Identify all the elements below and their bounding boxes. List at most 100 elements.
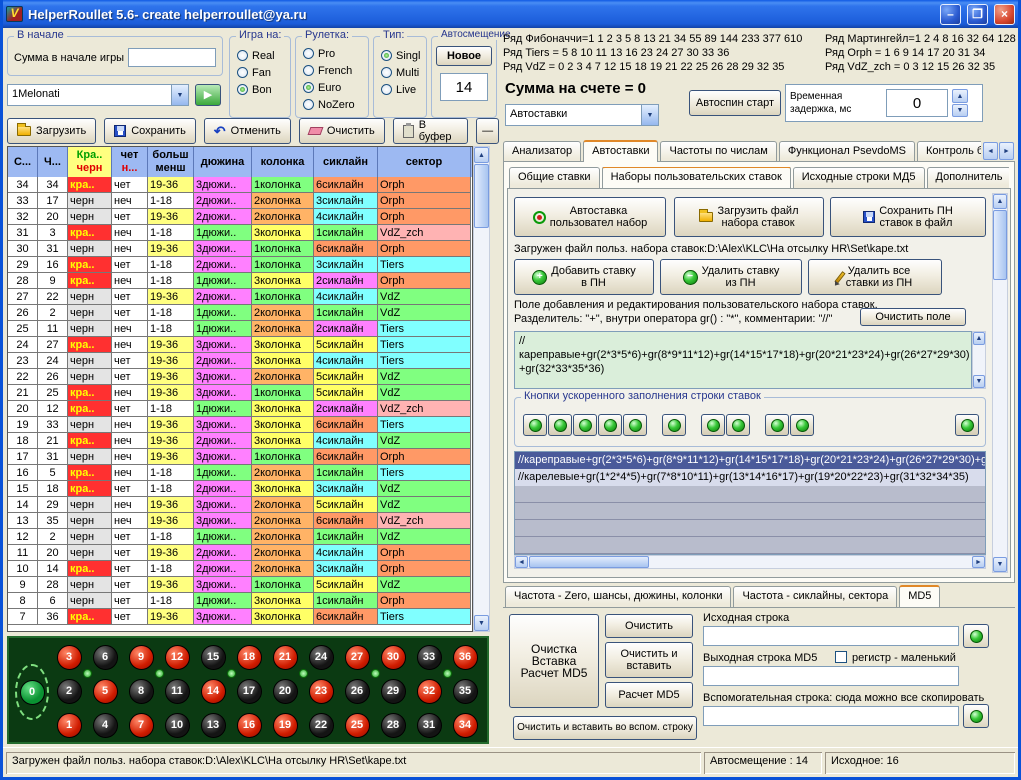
radio-Fan[interactable]: Fan xyxy=(230,64,290,81)
md5-source-input[interactable] xyxy=(703,626,959,646)
md5-clear-paste-button[interactable]: Очистить и вставить xyxy=(605,642,693,678)
bet-set-item-1[interactable]: //карелевые+gr(1*2*4*5)+gr(7*8*10*11)+gr… xyxy=(515,469,985,486)
bet-set-empty-row[interactable] xyxy=(515,537,985,554)
board-number-26[interactable]: 26 xyxy=(339,674,375,708)
bet-sets-list[interactable]: //кареправые+gr(2*3*5*6)+gr(8*9*11*12)+g… xyxy=(514,451,986,555)
clear-field-button[interactable]: Очистить поле xyxy=(860,308,966,326)
md5-clear-paste-aux-button[interactable]: Очистить и вставить во вспом. строку xyxy=(513,716,697,740)
table-row[interactable]: 2916кра..чет1-182дюжи..1колонка3сиклайнT… xyxy=(8,257,472,273)
board-number-23[interactable]: 23 xyxy=(303,674,339,708)
board-number-35[interactable]: 35 xyxy=(447,674,483,708)
board-number-28[interactable]: 28 xyxy=(375,708,411,742)
quick-fill-button-6[interactable] xyxy=(701,414,725,436)
scroll-right-icon[interactable]: ► xyxy=(972,556,985,568)
table-row[interactable]: 928чернчет19-363дюжи..1колонка5сиклайнVd… xyxy=(8,577,472,593)
column-header-4[interactable]: большменш xyxy=(148,147,194,177)
list-hscrollbar-thumb[interactable] xyxy=(529,556,649,568)
table-row[interactable]: 1120чернчет19-362дюжи..2колонка4сиклайнO… xyxy=(8,545,472,561)
delay-value[interactable]: 0 xyxy=(886,89,948,117)
quick-fill-button-0[interactable] xyxy=(523,414,547,436)
board-number-32[interactable]: 32 xyxy=(411,674,447,708)
board-number-3[interactable]: 3 xyxy=(51,640,87,674)
quick-fill-button-10[interactable] xyxy=(955,414,979,436)
board-number-33[interactable]: 33 xyxy=(411,640,447,674)
quick-fill-button-3[interactable] xyxy=(598,414,622,436)
toolbar-button-1[interactable]: Сохранить xyxy=(104,118,196,144)
board-number-36[interactable]: 36 xyxy=(447,640,483,674)
board-number-18[interactable]: 18 xyxy=(231,640,267,674)
column-header-0[interactable]: С... xyxy=(8,147,38,177)
scroll-left-icon[interactable]: ◄ xyxy=(515,556,528,568)
table-row[interactable]: 2511черннеч1-181дюжи..2колонка2сиклайнTi… xyxy=(8,321,472,337)
md5-aux-input[interactable] xyxy=(703,706,959,726)
md5-calc-button[interactable]: Расчет MD5 xyxy=(605,682,693,708)
radio-Euro[interactable]: Euro xyxy=(296,79,368,96)
freq-tab-0[interactable]: Частота - Zero, шансы, дюжины, колонки xyxy=(505,586,731,607)
radio-NoZero[interactable]: NoZero xyxy=(296,96,368,113)
main-tab-0[interactable]: Анализатор xyxy=(503,141,581,162)
start-sum-input[interactable] xyxy=(128,48,216,67)
main-tab-1[interactable]: Автоставки xyxy=(583,140,658,162)
board-number-11[interactable]: 11 xyxy=(159,674,195,708)
edit-field-scrollbar[interactable]: ▲ ▼ xyxy=(972,331,986,389)
board-number-19[interactable]: 19 xyxy=(267,708,303,742)
board-number-22[interactable]: 22 xyxy=(303,708,339,742)
autospin-start-button[interactable]: Автоспин старт xyxy=(689,90,781,116)
main-tab-4[interactable]: Контроль банкро xyxy=(917,141,981,162)
board-number-8[interactable]: 8 xyxy=(123,674,159,708)
new-shift-button[interactable]: Новое xyxy=(436,46,492,66)
board-number-30[interactable]: 30 xyxy=(375,640,411,674)
freq-tab-1[interactable]: Частота - сиклайны, сектора xyxy=(733,586,897,607)
bet-set-item-0[interactable]: //кареправые+gr(2*3*5*6)+gr(8*9*11*12)+g… xyxy=(515,452,985,469)
sub-tab-1[interactable]: Наборы пользовательских ставок xyxy=(602,167,791,188)
table-row[interactable]: 3317черннеч1-182дюжи..2колонка3сиклайнOr… xyxy=(8,193,472,209)
tabs-scroll-left-icon[interactable]: ◄ xyxy=(983,142,998,160)
radio-Real[interactable]: Real xyxy=(230,47,290,64)
table-scrollbar-thumb[interactable] xyxy=(474,164,489,228)
close-button[interactable]: × xyxy=(994,4,1015,25)
board-number-6[interactable]: 6 xyxy=(87,640,123,674)
column-header-3[interactable]: четн... xyxy=(112,147,148,177)
lowercase-checkbox[interactable] xyxy=(835,651,847,663)
board-number-13[interactable]: 13 xyxy=(195,708,231,742)
table-row[interactable]: 1429черннеч19-363дюжи..2колонка5сиклайнV… xyxy=(8,497,472,513)
board-number-4[interactable]: 4 xyxy=(87,708,123,742)
spin-up-icon[interactable]: ▲ xyxy=(952,89,968,103)
quick-fill-button-1[interactable] xyxy=(548,414,572,436)
freq-tab-2[interactable]: MD5 xyxy=(899,585,940,607)
board-number-10[interactable]: 10 xyxy=(159,708,195,742)
main-tab-3[interactable]: Функционал PsevdoMS xyxy=(779,141,915,162)
quick-fill-button-2[interactable] xyxy=(573,414,597,436)
scroll-up-icon[interactable]: ▲ xyxy=(474,147,489,163)
md5-clear-button[interactable]: Очистить xyxy=(605,614,693,638)
autobet-custom-set-button[interactable]: Автоставка пользовател набор xyxy=(514,197,666,237)
quick-fill-button-5[interactable] xyxy=(662,414,686,436)
maximize-button[interactable]: ❐ xyxy=(967,4,988,25)
board-number-27[interactable]: 27 xyxy=(339,640,375,674)
sub-tab-2[interactable]: Исходные строки МД5 xyxy=(793,167,925,188)
table-row[interactable]: 2324чернчет19-362дюжи..3колонка4сиклайнT… xyxy=(8,353,472,369)
column-header-8[interactable]: сектор xyxy=(378,147,471,177)
table-row[interactable]: 1821кра..неч19-362дюжи..3колонка4сиклайн… xyxy=(8,433,472,449)
table-row[interactable]: 313кра..неч1-181дюжи..3колонка1сиклайнVd… xyxy=(8,225,472,241)
board-number-1[interactable]: 1 xyxy=(51,708,87,742)
sub-tab-0[interactable]: Общие ставки xyxy=(509,167,600,188)
play-button[interactable]: ▶ xyxy=(195,84,221,106)
radio-Singl[interactable]: Singl xyxy=(374,47,426,64)
table-row[interactable]: 2125кра..неч19-363дюжи..1колонка5сиклайн… xyxy=(8,385,472,401)
spin-down-icon[interactable]: ▼ xyxy=(952,104,968,117)
autobets-combo[interactable]: Автоставки ▼ xyxy=(505,104,659,126)
column-header-1[interactable]: Ч... xyxy=(38,147,68,177)
board-number-5[interactable]: 5 xyxy=(87,674,123,708)
md5-output-input[interactable] xyxy=(703,666,959,686)
delete-bet-button[interactable]: − Удалить ставку из ПН xyxy=(660,259,802,295)
table-row[interactable]: 1933черннеч19-363дюжи..3колонка6сиклайнT… xyxy=(8,417,472,433)
bet-set-empty-row[interactable] xyxy=(515,503,985,520)
column-header-6[interactable]: колонка xyxy=(252,147,314,177)
radio-Bon[interactable]: Bon xyxy=(230,81,290,98)
chevron-down-icon[interactable]: ▼ xyxy=(641,105,658,125)
board-number-29[interactable]: 29 xyxy=(375,674,411,708)
column-header-2[interactable]: Кра..черн xyxy=(68,147,112,177)
board-number-2[interactable]: 2 xyxy=(51,674,87,708)
quick-fill-button-8[interactable] xyxy=(765,414,789,436)
